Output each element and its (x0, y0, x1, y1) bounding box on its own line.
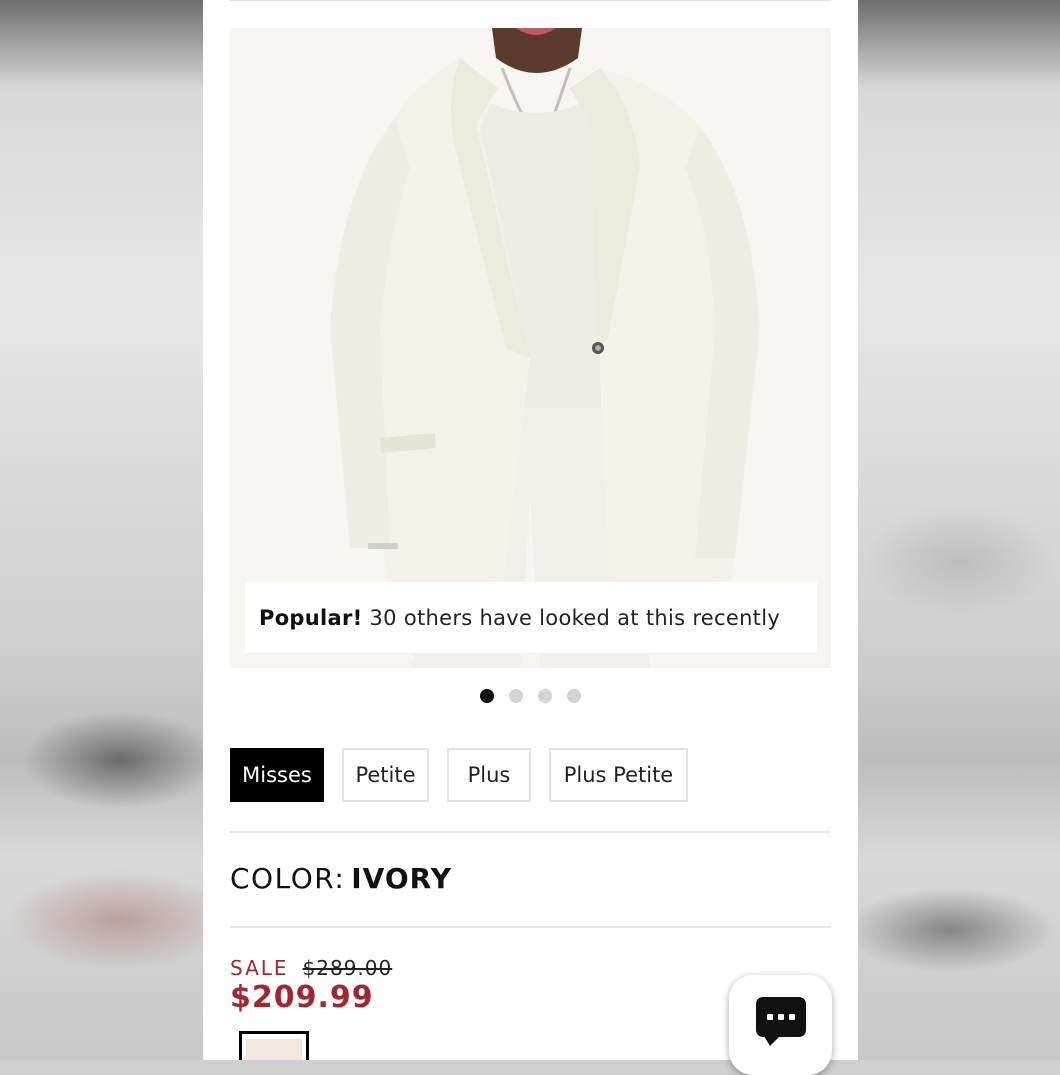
top-divider (230, 0, 831, 1)
size-option-plus[interactable]: Plus (447, 748, 531, 802)
product-card: Popular! 30 others have looked at this r… (203, 0, 858, 1060)
color-row: COLOR: IVORY (230, 862, 452, 895)
carousel-dot-4[interactable] (567, 689, 581, 703)
carousel-dot-3[interactable] (538, 689, 552, 703)
size-option-plus-petite[interactable]: Plus Petite (549, 748, 688, 802)
color-label: COLOR: (230, 862, 346, 895)
carousel-dot-1[interactable] (480, 689, 494, 703)
popular-text: 30 others have looked at this recently (369, 605, 781, 630)
color-value: IVORY (351, 862, 452, 895)
divider (230, 831, 831, 833)
size-option-petite[interactable]: Petite (342, 748, 429, 802)
carousel-dots (480, 689, 581, 703)
chat-button[interactable] (729, 975, 832, 1075)
divider (230, 926, 831, 928)
popular-label: Popular! (259, 605, 363, 630)
chat-icon (755, 997, 806, 1046)
original-price: $289.00 (302, 956, 393, 980)
color-swatch-ivory[interactable] (239, 1031, 309, 1060)
size-option-misses[interactable]: Misses (230, 748, 324, 802)
swatch-fill (246, 1039, 302, 1060)
product-image[interactable]: Popular! 30 others have looked at this r… (230, 28, 831, 668)
model-in-ivory-blazer-illustration (230, 28, 831, 668)
sale-label: SALE (230, 956, 289, 980)
sale-price: $209.99 (230, 980, 374, 1015)
carousel-dot-2[interactable] (509, 689, 523, 703)
popularity-banner: Popular! 30 others have looked at this r… (245, 582, 817, 653)
price-row: SALE $289.00 (230, 956, 392, 980)
size-type-selector: Misses Petite Plus Plus Petite (230, 748, 706, 802)
